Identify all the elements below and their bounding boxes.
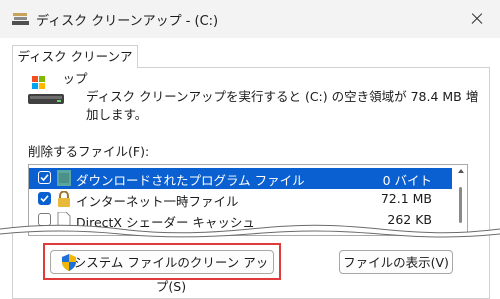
torn-edge-divider <box>0 224 500 238</box>
lock-icon <box>58 191 70 207</box>
files-to-delete-label: 削除するファイル(F): <box>28 144 150 159</box>
file-size: 72.1 MB <box>380 191 432 206</box>
disk-cleanup-icon <box>12 13 29 25</box>
uac-shield-icon <box>62 254 76 271</box>
drive-icon <box>28 76 64 104</box>
window-title: ディスク クリーンアップ - (C:) <box>36 14 219 29</box>
file-name: インターネット一時ファイル <box>76 194 239 209</box>
folder-icon <box>57 170 71 186</box>
file-size: 0 バイト <box>382 173 432 188</box>
cleanup-system-files-button[interactable]: システム ファイルのクリーン アップ(S) <box>50 250 274 294</box>
file-name: ダウンロードされたプログラム ファイル <box>76 173 305 188</box>
scroll-up-arrow-icon[interactable] <box>458 169 464 173</box>
list-item[interactable]: インターネット一時ファイル 72.1 MB <box>29 189 452 210</box>
close-button[interactable] <box>462 6 492 32</box>
tab-disk-cleanup[interactable]: ディスク クリーンアップ <box>12 45 138 86</box>
checkbox[interactable] <box>38 171 51 184</box>
checkbox[interactable] <box>38 192 51 205</box>
scrollbar[interactable] <box>459 187 462 223</box>
list-item[interactable]: ダウンロードされたプログラム ファイル 0 バイト <box>29 168 452 189</box>
view-files-button[interactable]: ファイルの表示(V) <box>339 250 453 274</box>
title-bar: ディスク クリーンアップ - (C:) <box>0 0 500 38</box>
cleanup-description: ディスク クリーンアップを実行すると (C:) の空き領域が 78.4 MB 増… <box>86 89 479 122</box>
